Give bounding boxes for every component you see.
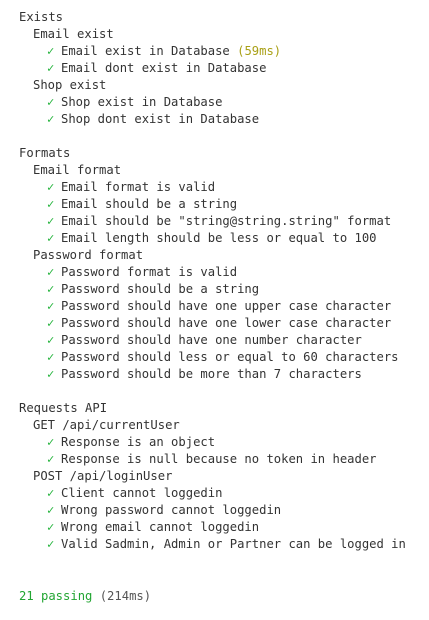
test-title: Shop exist in Database [61,95,223,109]
test-row: ✓ Password should less or equal to 60 cha… [19,349,429,366]
suite-title: Requests API [19,401,108,415]
group-title: Shop exist [33,78,107,92]
check-icon: ✓ [47,95,55,109]
group-title: Password format [33,248,144,262]
test-title: Password should have one lower case char… [61,316,392,330]
test-row: ✓ Client cannot loggedin [19,485,429,502]
suite-title: Formats [19,146,71,160]
check-icon: ✓ [47,282,55,296]
test-row: ✓ Password format is valid [19,264,429,281]
check-icon: ✓ [47,435,55,449]
test-title: Password should be a string [61,282,260,296]
test-row: ✓ Password should be more than 7 characte… [19,366,429,383]
group-title: POST /api/loginUser [33,469,173,483]
test-row: ✓ Shop exist in Database [19,94,429,111]
test-title: Password should less or equal to 60 char… [61,350,399,364]
test-row: ✓ Response is an object [19,434,429,451]
check-icon: ✓ [47,214,55,228]
test-row: ✓ Password should have one number charact… [19,332,429,349]
test-title: Password should have one number characte… [61,333,362,347]
test-row: ✓ Response is null because no token in he… [19,451,429,468]
test-title: Email should be "string@string.string" f… [61,214,392,228]
check-icon: ✓ [47,316,55,330]
check-icon: ✓ [47,520,55,534]
test-row: ✓ Wrong password cannot loggedin [19,502,429,519]
test-row: ✓ Email length should be less or equal to… [19,230,429,247]
test-title: Wrong email cannot loggedin [61,520,260,534]
check-icon: ✓ [47,503,55,517]
check-icon: ✓ [47,44,55,58]
check-icon: ✓ [47,197,55,211]
check-icon: ✓ [47,537,55,551]
test-duration: (59ms) [237,44,282,58]
test-title: Wrong password cannot loggedin [61,503,282,517]
suite-title: Exists [19,10,64,24]
test-row: ✓ Wrong email cannot loggedin [19,519,429,536]
test-row: ✓ Password should be a string [19,281,429,298]
test-row: ✓ Shop dont exist in Database [19,111,429,128]
test-title: Shop dont exist in Database [61,112,260,126]
test-title: Response is null because no token in hea… [61,452,377,466]
check-icon: ✓ [47,231,55,245]
test-summary: 21 passing (214ms) [19,588,151,605]
test-row: ✓ Password should have one lower case cha… [19,315,429,332]
check-icon: ✓ [47,452,55,466]
total-duration: (214ms) [99,589,152,603]
check-icon: ✓ [47,367,55,381]
test-title: Email exist in Database [61,44,230,58]
test-title: Email dont exist in Database [61,61,267,75]
test-title: Password should have one upper case char… [61,299,392,313]
test-row: ✓ Password should have one upper case cha… [19,298,429,315]
test-row: ✓ Email should be a string [19,196,429,213]
group-title: Email exist [33,27,114,41]
check-icon: ✓ [47,61,55,75]
test-title: Response is an object [61,435,216,449]
test-title: Email should be a string [61,197,238,211]
group-title: GET /api/currentUser [33,418,180,432]
test-row: ✓ Valid Sadmin, Admin or Partner can be l… [19,536,429,553]
check-icon: ✓ [47,333,55,347]
check-icon: ✓ [47,180,55,194]
check-icon: ✓ [47,350,55,364]
test-title: Password should be more than 7 character… [61,367,362,381]
check-icon: ✓ [47,112,55,126]
test-title: Email format is valid [61,180,216,194]
test-row: ✓ Email dont exist in Database [19,60,429,77]
check-icon: ✓ [47,486,55,500]
test-row: ✓ Email format is valid [19,179,429,196]
test-title: Client cannot loggedin [61,486,223,500]
passing-count: 21 passing [19,589,93,603]
test-row: ✓ Email exist in Database (59ms) [19,43,429,60]
test-row: ✓ Email should be "string@string.string" … [19,213,429,230]
test-report: Exists Email exist ✓ Email exist in Databas… [19,9,429,553]
test-title: Password format is valid [61,265,238,279]
test-title: Email length should be less or equal to … [61,231,377,245]
group-title: Email format [33,163,122,177]
test-title: Valid Sadmin, Admin or Partner can be lo… [61,537,406,551]
check-icon: ✓ [47,299,55,313]
check-icon: ✓ [47,265,55,279]
